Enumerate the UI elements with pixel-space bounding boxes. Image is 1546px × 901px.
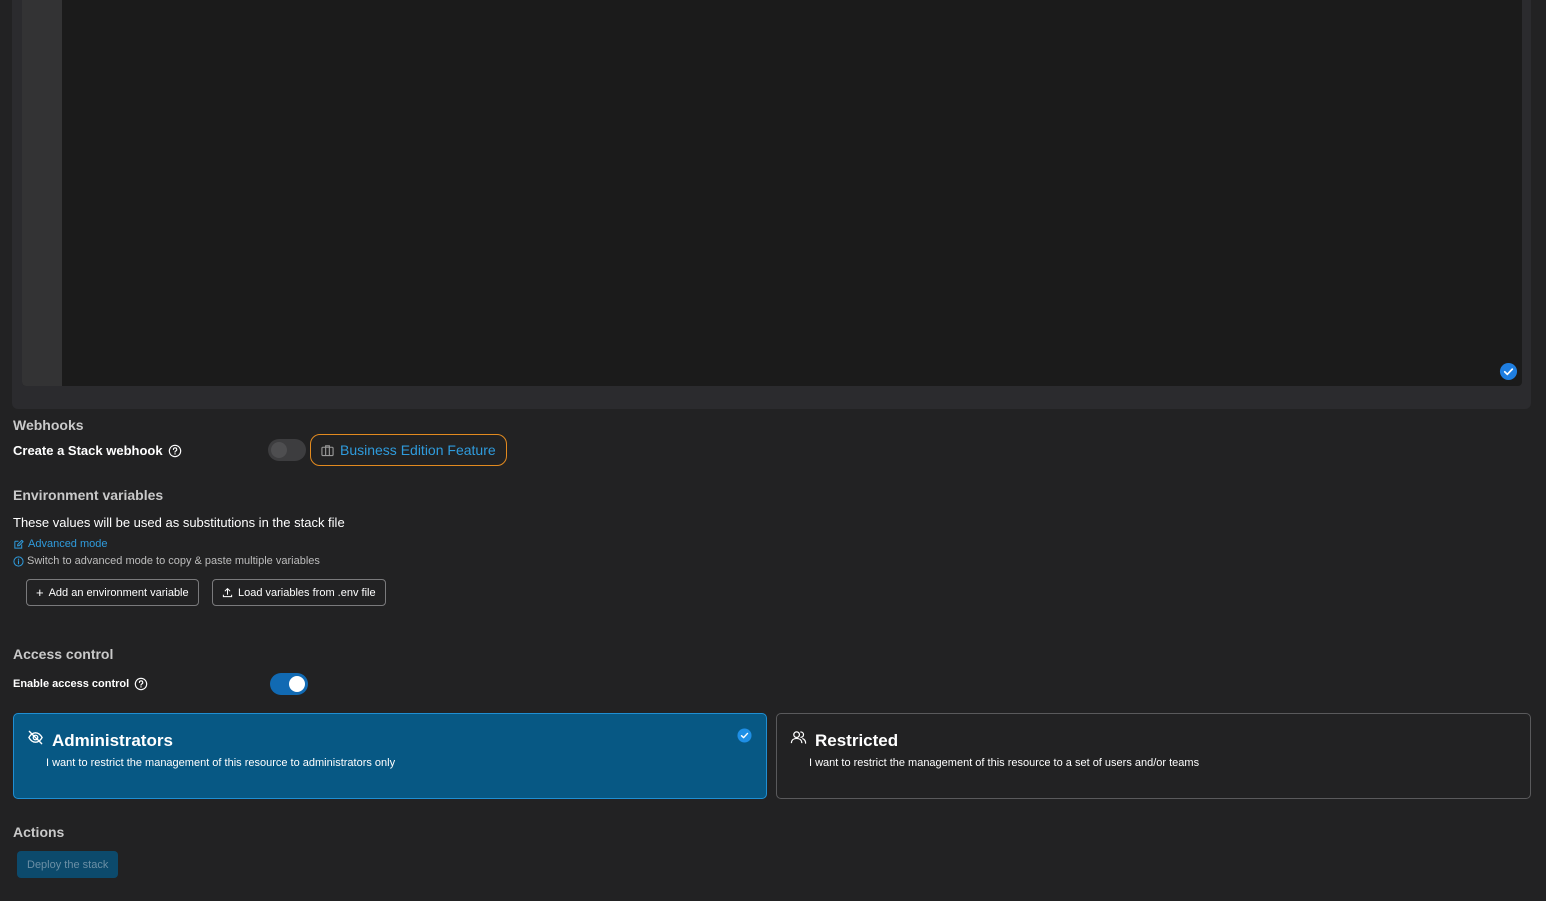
load-env-file-label: Load variables from .env file xyxy=(238,586,376,599)
webhook-toggle[interactable] xyxy=(268,439,306,461)
access-control-label: Enable access control xyxy=(13,677,148,691)
advanced-mode-hint-text: Switch to advanced mode to copy & paste … xyxy=(27,555,320,567)
advanced-mode-hint: Switch to advanced mode to copy & paste … xyxy=(13,555,320,567)
editor-gutter xyxy=(22,0,62,386)
toggle-knob xyxy=(271,442,287,458)
access-control-title: Access control xyxy=(13,646,114,662)
stack-editor-page: Webhooks Create a Stack webhook Business… xyxy=(0,0,1546,901)
restricted-title: Restricted xyxy=(815,731,899,750)
webhook-label-text: Create a Stack webhook xyxy=(13,443,163,458)
toggle-knob xyxy=(289,676,305,692)
plus-icon: + xyxy=(36,585,44,600)
add-env-variable-label: Add an environment variable xyxy=(48,586,189,599)
business-edition-label: Business Edition Feature xyxy=(340,442,496,458)
env-title: Environment variables xyxy=(13,487,164,503)
webhooks-title: Webhooks xyxy=(13,417,84,433)
briefcase-icon xyxy=(321,444,334,456)
code-editor[interactable] xyxy=(22,0,1522,386)
administrators-option-card[interactable]: Administrators I want to restrict the ma… xyxy=(13,713,767,799)
actions-title: Actions xyxy=(13,824,65,840)
edit-icon xyxy=(14,539,24,549)
business-edition-badge[interactable]: Business Edition Feature xyxy=(310,434,507,466)
eye-off-icon xyxy=(28,730,43,745)
access-control-toggle[interactable] xyxy=(270,673,308,695)
advanced-mode-link[interactable]: Advanced mode xyxy=(13,538,108,550)
advanced-mode-label: Advanced mode xyxy=(28,538,108,550)
upload-icon xyxy=(222,588,233,598)
webhook-label: Create a Stack webhook xyxy=(13,443,182,458)
load-env-file-button[interactable]: Load variables from .env file xyxy=(212,579,386,606)
env-description: These values will be used as substitutio… xyxy=(13,515,345,530)
access-control-label-text: Enable access control xyxy=(13,678,130,690)
restricted-description: I want to restrict the management of thi… xyxy=(809,757,1200,769)
add-env-variable-button[interactable]: + Add an environment variable xyxy=(26,579,199,606)
help-icon[interactable] xyxy=(168,444,182,458)
administrators-title: Administrators xyxy=(52,731,173,750)
users-icon xyxy=(790,731,807,744)
help-icon[interactable] xyxy=(134,677,148,691)
deploy-stack-button[interactable]: Deploy the stack xyxy=(17,851,119,878)
check-circle-icon xyxy=(1499,362,1518,381)
administrators-description: I want to restrict the management of thi… xyxy=(46,757,396,769)
check-circle-icon xyxy=(737,728,752,743)
info-icon xyxy=(13,555,24,567)
restricted-option-card[interactable]: Restricted I want to restrict the manage… xyxy=(776,713,1531,799)
